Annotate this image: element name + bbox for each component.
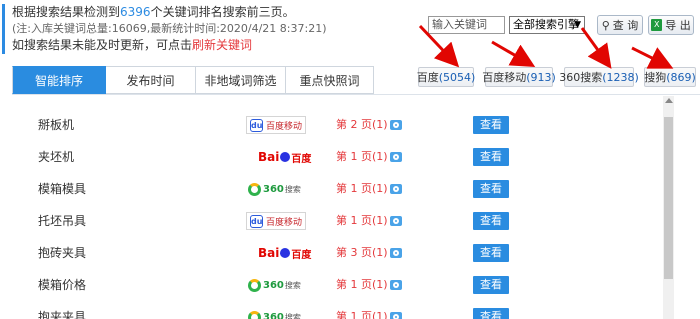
engine-logo-360: 360 搜索	[246, 308, 301, 319]
baidu-paw-icon: du	[250, 214, 263, 228]
view-button[interactable]: 查看	[473, 308, 509, 319]
view-button[interactable]: 查看	[473, 180, 509, 198]
snapshot-camera-icon[interactable]	[390, 216, 402, 226]
keyword-search-input[interactable]: 输入关键词	[428, 16, 505, 34]
engine-logo-baidu: Bai 百度	[258, 150, 312, 165]
keyword-cell: 抱砖夹具	[38, 246, 87, 260]
rank-page: 第 1 页(1)	[336, 150, 388, 163]
engine-logo-baidu-mobile: du 百度移动	[246, 212, 307, 230]
view-button[interactable]: 查看	[473, 276, 509, 294]
snapshot-camera-icon[interactable]	[390, 152, 402, 162]
table-row: 抱夹夹具 360 搜索 第 1 页(1) 查看	[12, 301, 664, 319]
refresh-keywords-link[interactable]: 刷新关键词	[192, 38, 252, 52]
view-button[interactable]: 查看	[473, 212, 509, 230]
annotation-arrow	[631, 46, 674, 69]
keyword-cell: 模箱模具	[38, 182, 87, 196]
tab-key-snapshot[interactable]: 重点快照词	[286, 66, 374, 94]
search-icon: ⚲	[601, 18, 610, 32]
rank-page: 第 2 页(1)	[336, 118, 388, 131]
snapshot-camera-icon[interactable]	[390, 184, 402, 194]
snapshot-camera-icon[interactable]	[390, 280, 402, 290]
keyword-cell: 托坯吊具	[38, 214, 87, 228]
keyword-table: 掰板机 du 百度移动 第 2 页(1) 查看 夹坯机 Bai 百度 第 1 页(1…	[12, 94, 700, 319]
table-row: 托坯吊具 du 百度移动 第 1 页(1) 查看	[12, 205, 664, 237]
excel-icon: X	[651, 19, 663, 31]
rank-page: 第 1 页(1)	[336, 310, 388, 319]
summary-line-2: (注:入库关键词总量:16069,最新统计时间:2020/4/21 8:37:2…	[12, 22, 327, 35]
engine-logo-baidu: Bai 百度	[258, 246, 312, 261]
stat-sogou-button[interactable]: 搜狗 (869)	[644, 67, 696, 87]
annotation-arrow	[491, 40, 536, 68]
tab-smart-sort[interactable]: 智能排序	[12, 66, 106, 94]
keyword-cell: 抱夹夹具	[38, 310, 87, 319]
scroll-up-icon[interactable]	[665, 98, 673, 103]
view-button[interactable]: 查看	[473, 244, 509, 262]
stat-baidu-mobile-button[interactable]: 百度移动 (913)	[482, 67, 556, 87]
rank-page: 第 1 页(1)	[336, 278, 388, 291]
baidu-paw-icon	[280, 248, 291, 258]
engine-logo-360: 360 搜索	[246, 276, 301, 294]
summary-line-3: 如搜索结果未能及时更新，可点击刷新关键词	[12, 38, 253, 52]
snapshot-camera-icon[interactable]	[390, 248, 402, 258]
view-button[interactable]: 查看	[473, 116, 509, 134]
stat-360-button[interactable]: 360搜索 (1238)	[559, 67, 639, 87]
stat-baidu-button[interactable]: 百度 (5054)	[417, 67, 475, 87]
engine-logo-360: 360 搜索	[246, 180, 301, 198]
engine-logo-baidu-mobile: du 百度移动	[246, 116, 307, 134]
360-ring-icon	[248, 182, 261, 196]
rank-page: 第 3 页(1)	[336, 246, 388, 259]
tab-publish-time[interactable]: 发布时间	[106, 66, 196, 94]
360-ring-icon	[248, 310, 261, 319]
snapshot-camera-icon[interactable]	[390, 120, 402, 130]
table-row: 模箱模具 360 搜索 第 1 页(1) 查看	[12, 173, 664, 205]
dropdown-arrow-icon: ▼	[574, 20, 581, 30]
scrollbar-thumb[interactable]	[664, 117, 673, 279]
tab-non-regional-filter[interactable]: 非地域词筛选	[196, 66, 286, 94]
rank-page: 第 1 页(1)	[336, 182, 388, 195]
engine-select[interactable]: 全部搜索引擎 ▼	[509, 16, 585, 34]
table-row: 模箱价格 360 搜索 第 1 页(1) 查看	[12, 269, 664, 301]
export-button[interactable]: X 导 出	[648, 15, 694, 35]
table-row: 夹坯机 Bai 百度 第 1 页(1) 查看	[12, 141, 664, 173]
keyword-cell: 夹坯机	[38, 150, 75, 164]
table-row: 掰板机 du 百度移动 第 2 页(1) 查看	[12, 109, 664, 141]
summary-line-1: 根据搜索结果检测到6396个关键词排名搜索前三页。	[12, 5, 295, 19]
baidu-paw-icon	[280, 152, 291, 162]
view-button[interactable]: 查看	[473, 148, 509, 166]
sort-tabs: 智能排序 发布时间 非地域词筛选 重点快照词	[12, 66, 374, 94]
summary-panel: 根据搜索结果检测到6396个关键词排名搜索前三页。 (注:入库关键词总量:160…	[2, 4, 392, 54]
rank-page: 第 1 页(1)	[336, 214, 388, 227]
accent-bar	[2, 4, 5, 54]
table-row: 抱砖夹具 Bai 百度 第 3 页(1) 查看	[12, 237, 664, 269]
keyword-cell: 掰板机	[38, 118, 75, 132]
vertical-scrollbar[interactable]	[663, 96, 674, 319]
keyword-count: 6396	[120, 5, 151, 19]
query-button[interactable]: ⚲ 查 询	[597, 15, 643, 35]
keyword-cell: 模箱价格	[38, 278, 87, 292]
engine-select-value: 全部搜索引擎	[513, 18, 579, 31]
snapshot-camera-icon[interactable]	[390, 312, 402, 319]
360-ring-icon	[248, 278, 261, 292]
baidu-paw-icon: du	[250, 118, 263, 132]
